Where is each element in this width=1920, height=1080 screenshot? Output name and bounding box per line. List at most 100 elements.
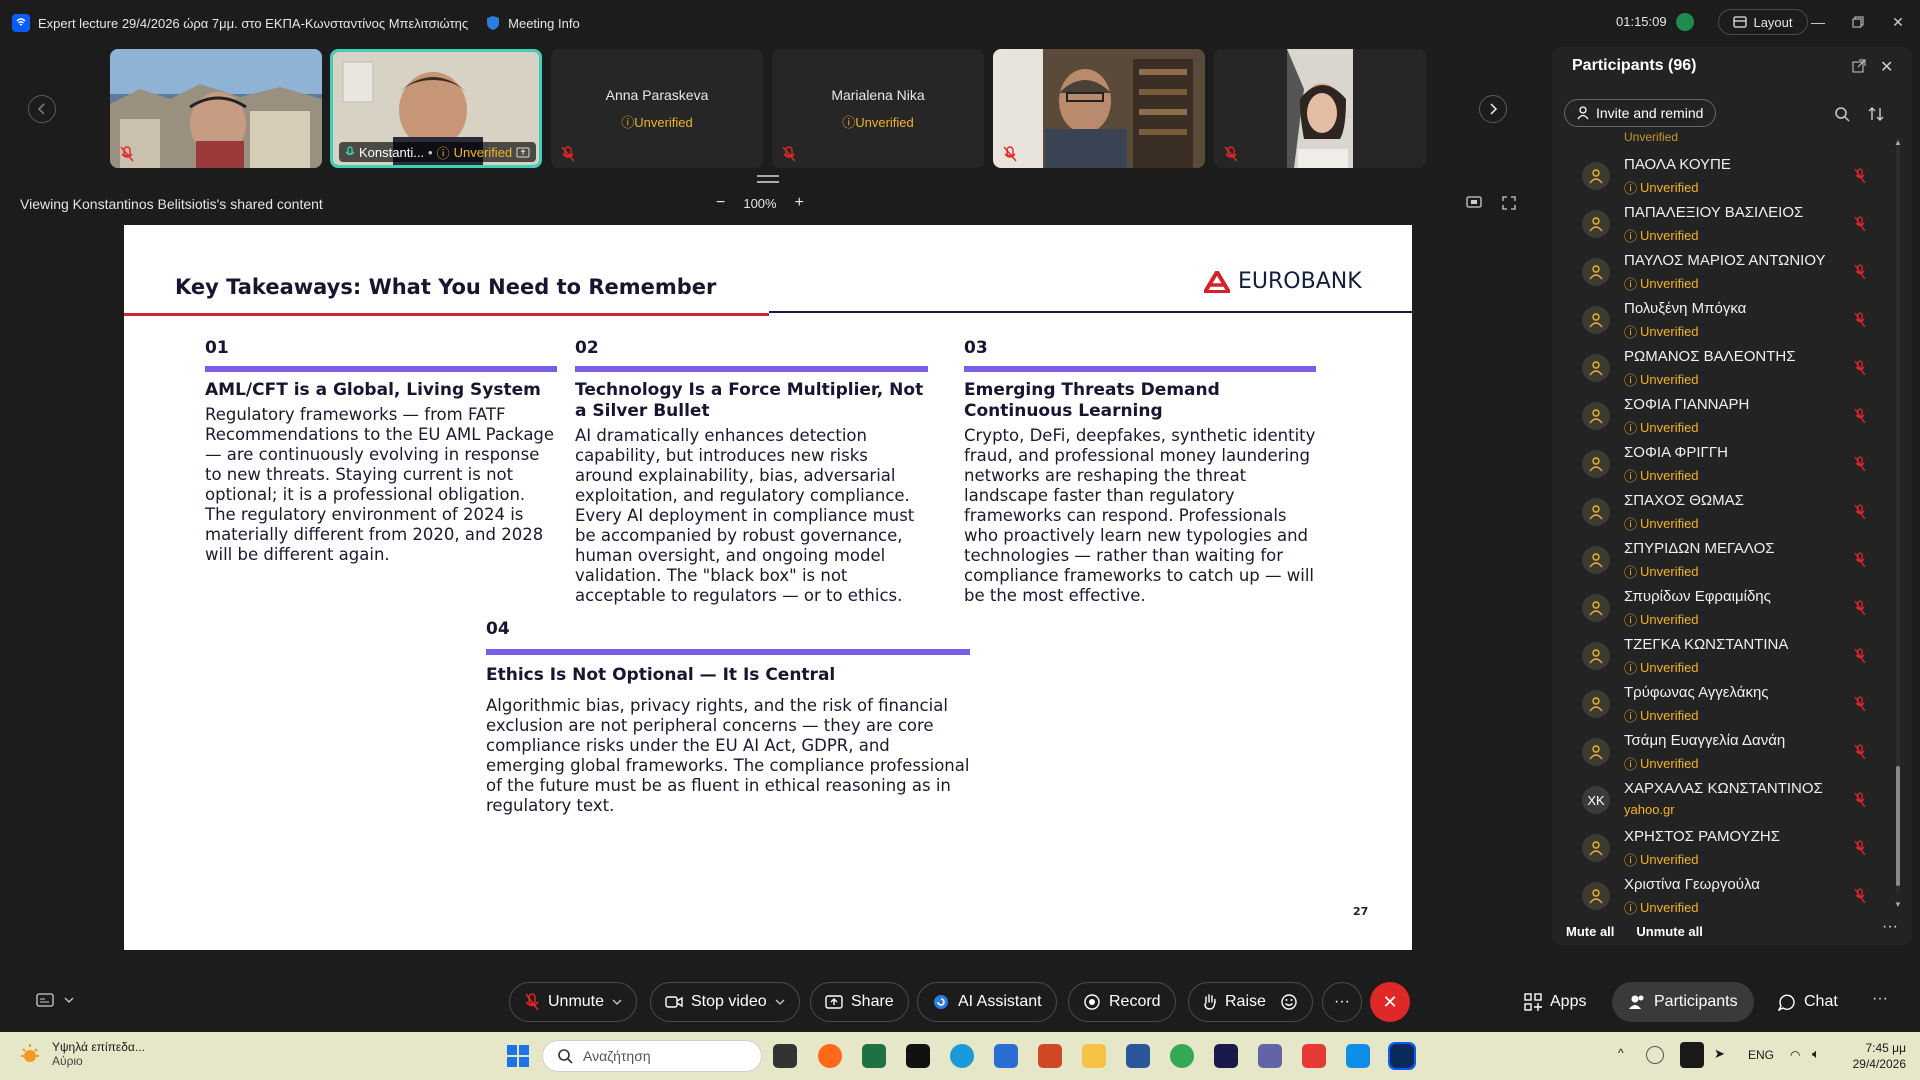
chrome-icon[interactable] (1170, 1044, 1194, 1068)
tradingview-icon[interactable] (906, 1044, 930, 1068)
participant-row[interactable]: ΣΟΦΙΑ ΓΙΑΝΝΑΡΗ ⓘ Unverified (1582, 392, 1882, 440)
ai-assistant-button[interactable]: AI Assistant (917, 982, 1057, 1022)
invite-and-remind-button[interactable]: Invite and remind (1564, 99, 1717, 127)
participant-row[interactable]: ΤΖΕΓΚΑ ΚΩΝΣΤΑΝΤΙΝΑ ⓘ Unverified (1582, 632, 1882, 680)
location-icon[interactable]: ➤ (1714, 1046, 1725, 1062)
encryption-icon[interactable] (1676, 13, 1694, 31)
search-icon[interactable] (1834, 106, 1850, 122)
layout-button[interactable]: Layout (1718, 9, 1808, 35)
close-icon[interactable]: ✕ (1888, 12, 1908, 32)
participant-row[interactable]: ΧΚ ΧΑΡΧΑΛΑΣ ΚΩΝΣΤΑΝΤΙΝΟΣ yahoo.gr (1582, 776, 1882, 824)
strip-next-button[interactable] (1479, 95, 1507, 123)
reactions-icon[interactable] (1280, 993, 1298, 1011)
mic-muted-icon[interactable] (1854, 264, 1866, 280)
sort-icon[interactable] (1868, 106, 1884, 122)
mic-muted-icon[interactable] (1854, 456, 1866, 472)
participants-button[interactable]: Participants (1612, 982, 1754, 1022)
mic-muted-icon[interactable] (1854, 552, 1866, 568)
firefox-icon[interactable] (818, 1044, 842, 1068)
task-view-icon[interactable] (773, 1044, 797, 1068)
participant-row[interactable]: ΠΑΠΑΛΕΞΙΟΥ ΒΑΣΙΛΕΙΟΣ ⓘ Unverified (1582, 200, 1882, 248)
participant-row[interactable]: ΣΠΑΧΟΣ ΘΩΜΑΣ ⓘ Unverified (1582, 488, 1882, 536)
show-hidden-icons[interactable]: ^ (1618, 1046, 1624, 1060)
anydesk-icon[interactable] (1302, 1044, 1326, 1068)
close-panel-icon[interactable]: ✕ (1880, 57, 1893, 77)
mic-muted-icon[interactable] (1854, 744, 1866, 760)
mic-muted-icon[interactable] (1854, 216, 1866, 232)
mic-tray-icon[interactable] (1680, 1042, 1704, 1068)
toolbar-more-icon[interactable]: ··· (1872, 990, 1888, 1008)
zoom-out-button[interactable]: − (716, 194, 725, 212)
video-tile-3[interactable]: Anna Paraskeva ⓘUnverified (551, 49, 763, 168)
weather-widget[interactable]: Υψηλά επίπεδα... Αύριο (18, 1040, 145, 1068)
system-clock[interactable]: 7:45 μμ 29/4/2026 (1840, 1040, 1906, 1072)
participant-scrollbar-thumb[interactable] (1896, 766, 1900, 886)
teams-icon[interactable] (1258, 1044, 1282, 1068)
participant-row[interactable]: ΡΩΜΑΝΟΣ ΒΑΛΕΟΝΤΗΣ ⓘ Unverified (1582, 344, 1882, 392)
excel-icon[interactable] (862, 1044, 886, 1068)
captions-button[interactable] (36, 993, 74, 1007)
taskbar-search[interactable]: Αναζήτηση (542, 1040, 762, 1072)
meeting-info-button[interactable]: Meeting Info (508, 16, 580, 31)
share-button[interactable]: Share (810, 982, 909, 1022)
minimize-icon[interactable]: — (1808, 12, 1828, 32)
chat-button[interactable]: Chat (1762, 982, 1854, 1022)
apps-button[interactable]: Apps (1508, 982, 1602, 1022)
chevron-down-icon[interactable] (775, 999, 785, 1005)
resize-handle[interactable] (757, 175, 779, 183)
mic-muted-icon[interactable] (1854, 360, 1866, 376)
mic-muted-icon[interactable] (1854, 648, 1866, 664)
mic-muted-icon[interactable] (1854, 840, 1866, 856)
participant-row[interactable]: ΣΟΦΙΑ ΦΡΙΓΓΗ ⓘ Unverified (1582, 440, 1882, 488)
strip-prev-button[interactable] (28, 95, 56, 123)
store-icon[interactable] (994, 1044, 1018, 1068)
chevron-down-icon[interactable] (612, 999, 622, 1005)
mic-muted-icon[interactable] (1854, 600, 1866, 616)
participant-row[interactable]: Σπυρίδων Εφραιμίδης ⓘ Unverified (1582, 584, 1882, 632)
fullscreen-icon[interactable] (1502, 196, 1516, 210)
more-options-icon[interactable]: ··· (1882, 918, 1898, 936)
word-icon[interactable] (1126, 1044, 1150, 1068)
sync-icon[interactable] (1646, 1046, 1664, 1064)
webex-icon[interactable] (1214, 1044, 1238, 1068)
stop-video-button[interactable]: Stop video (650, 982, 800, 1022)
participant-row[interactable]: Τσάμη Ευαγγελία Δανάη ⓘ Unverified (1582, 728, 1882, 776)
popout-icon[interactable] (1852, 59, 1866, 73)
participant-row[interactable]: ΣΠΥΡΙΔΩΝ ΜΕΓΑΛΟΣ ⓘ Unverified (1582, 536, 1882, 584)
view-options-icon[interactable] (1466, 196, 1482, 210)
shield-icon[interactable] (486, 15, 500, 31)
mute-all-button[interactable]: Mute all (1566, 924, 1614, 939)
edge-icon[interactable] (950, 1044, 974, 1068)
participant-row[interactable]: Πολυξένη Μπόγκα ⓘ Unverified (1582, 296, 1882, 344)
mic-muted-icon[interactable] (1854, 408, 1866, 424)
powerpoint-icon[interactable] (1038, 1044, 1062, 1068)
participant-row[interactable]: ΧΡΗΣΤΟΣ ΡΑΜΟΥΖΗΣ ⓘ Unverified (1582, 824, 1882, 872)
record-button[interactable]: Record (1068, 982, 1176, 1022)
participant-row[interactable]: ΠΑΥΛΟΣ ΜΑΡΙΟΣ ΑΝΤΩΝΙΟΥ ⓘ Unverified (1582, 248, 1882, 296)
participant-row[interactable]: ΠΑΟΛΑ ΚΟΥΠΕ ⓘ Unverified (1582, 152, 1882, 200)
unmute-all-button[interactable]: Unmute all (1636, 924, 1702, 939)
wifi-icon[interactable]: ◠ (1790, 1048, 1800, 1062)
language-indicator[interactable]: ENG (1748, 1048, 1774, 1062)
scroll-up-icon[interactable]: ▲ (1894, 138, 1902, 147)
mic-muted-icon[interactable] (1854, 696, 1866, 712)
video-tile-1[interactable] (110, 49, 322, 168)
zoom-in-button[interactable]: + (795, 194, 804, 212)
restore-icon[interactable] (1848, 12, 1868, 32)
more-button[interactable]: ··· (1322, 982, 1362, 1022)
windows-start-icon[interactable] (506, 1044, 530, 1068)
participant-row[interactable]: Τρύφωνας Αγγελάκης ⓘ Unverified (1582, 680, 1882, 728)
mic-muted-icon[interactable] (1854, 504, 1866, 520)
teamviewer-icon[interactable] (1346, 1044, 1370, 1068)
unmute-button[interactable]: Unmute (509, 982, 638, 1022)
video-tile-6[interactable] (1214, 49, 1426, 168)
zoom-app-icon[interactable] (1388, 1042, 1416, 1070)
raise-hand-button[interactable]: Raise (1188, 982, 1313, 1022)
mic-muted-icon[interactable] (1854, 312, 1866, 328)
leave-meeting-button[interactable]: ✕ (1370, 982, 1410, 1022)
mic-muted-icon[interactable] (1854, 888, 1866, 904)
participant-row[interactable]: Χριστίνα Γεωργούλα ⓘ Unverified (1582, 872, 1882, 920)
volume-icon[interactable]: 🔈︎ (1812, 1046, 1820, 1062)
video-tile-4[interactable]: Marialena Nika ⓘUnverified (772, 49, 984, 168)
scroll-down-icon[interactable]: ▼ (1894, 900, 1902, 909)
